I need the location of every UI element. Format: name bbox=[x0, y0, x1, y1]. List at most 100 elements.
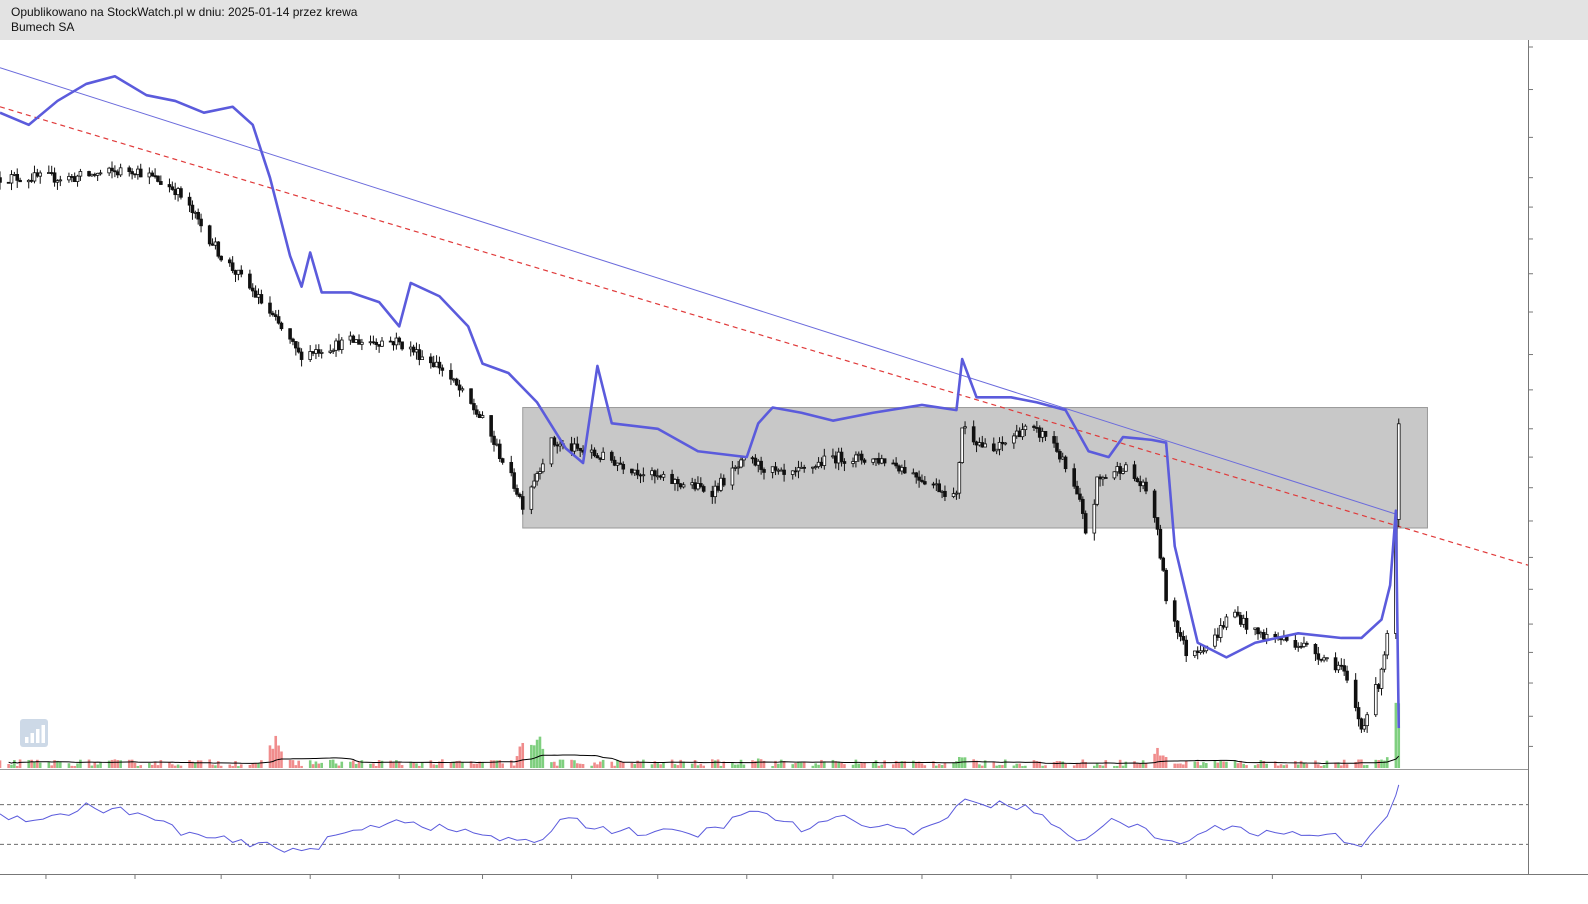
volume-bar bbox=[1144, 763, 1148, 768]
volume-bar bbox=[150, 764, 154, 768]
candle-body bbox=[454, 378, 459, 386]
candle-body bbox=[676, 479, 680, 485]
volume-bar bbox=[802, 762, 806, 768]
candle-body bbox=[931, 483, 936, 486]
candle-body bbox=[348, 335, 353, 341]
volume-bar bbox=[308, 760, 312, 768]
volume-bar bbox=[992, 761, 996, 768]
volume-bar bbox=[136, 765, 140, 768]
volume-bar bbox=[1141, 760, 1145, 768]
candle-body bbox=[1052, 436, 1056, 444]
volume-bar bbox=[555, 765, 559, 768]
volume-bar bbox=[670, 759, 674, 768]
volume-bar bbox=[392, 762, 395, 768]
candle-body bbox=[331, 349, 335, 352]
volume-bar bbox=[257, 763, 260, 768]
candle-body bbox=[997, 441, 1002, 450]
volume-bar bbox=[1118, 759, 1122, 768]
volume-bar bbox=[980, 765, 984, 768]
volume-bar bbox=[435, 764, 438, 768]
volume-bar bbox=[1242, 763, 1245, 768]
volume-bar bbox=[153, 762, 157, 768]
candle-body bbox=[960, 427, 964, 463]
volume-bar bbox=[116, 760, 120, 768]
volume-bar bbox=[791, 764, 795, 768]
candle-body bbox=[291, 338, 295, 342]
candle-body bbox=[877, 458, 881, 464]
candle-body bbox=[199, 218, 203, 227]
candle-body bbox=[779, 469, 784, 472]
candle-body bbox=[538, 471, 542, 474]
volume-bar bbox=[194, 762, 197, 768]
volume-bar bbox=[93, 761, 97, 768]
candle-body bbox=[951, 493, 956, 497]
volume-bar bbox=[1121, 765, 1125, 768]
candle-body bbox=[518, 493, 522, 497]
candle-body bbox=[911, 472, 916, 475]
volume-bar bbox=[733, 764, 737, 768]
volume-bar bbox=[214, 765, 217, 768]
volume-bar bbox=[260, 760, 263, 768]
volume-bar bbox=[1098, 764, 1102, 768]
candle-body bbox=[1124, 464, 1128, 472]
volume-bar bbox=[1305, 763, 1309, 768]
candle-body bbox=[934, 483, 939, 486]
candle-body bbox=[1359, 718, 1364, 730]
candle-body bbox=[730, 467, 735, 486]
volume-bar bbox=[679, 759, 683, 768]
volume-bar bbox=[159, 760, 163, 768]
candle-body bbox=[739, 459, 743, 468]
candle-body bbox=[762, 469, 766, 473]
volume-bar bbox=[659, 764, 662, 768]
candle-body bbox=[1373, 684, 1378, 716]
candle-body bbox=[940, 490, 944, 493]
volume-bar bbox=[963, 757, 967, 768]
candle-body bbox=[879, 458, 884, 464]
volume-bar bbox=[1095, 763, 1099, 768]
candle-body bbox=[750, 457, 755, 460]
candle-body bbox=[854, 454, 858, 462]
volume-bar bbox=[1015, 763, 1019, 768]
candle-body bbox=[1098, 476, 1102, 480]
volume-bar bbox=[731, 762, 734, 768]
candle-body bbox=[618, 462, 623, 465]
volume-bar bbox=[1018, 763, 1021, 768]
candle-body bbox=[219, 255, 223, 261]
volume-bar bbox=[601, 759, 605, 768]
volume-bar bbox=[139, 765, 143, 768]
volume-bar bbox=[699, 763, 703, 768]
candle-body bbox=[822, 455, 827, 466]
volume-bar bbox=[1184, 760, 1188, 768]
candle-body bbox=[397, 337, 402, 343]
candle-body bbox=[1273, 634, 1278, 638]
candle-body bbox=[632, 469, 637, 474]
candle-body bbox=[862, 459, 867, 463]
candle-body bbox=[317, 349, 321, 354]
volume-bar bbox=[1001, 765, 1004, 768]
candle-body bbox=[1095, 476, 1099, 505]
volume-bar bbox=[234, 761, 237, 768]
candle-body bbox=[337, 340, 341, 351]
volume-bar bbox=[1362, 765, 1366, 768]
candle-body bbox=[170, 186, 175, 190]
volume-bar bbox=[581, 764, 585, 768]
candle-body bbox=[1063, 456, 1068, 470]
volume-bar bbox=[374, 765, 378, 768]
candle-body bbox=[1313, 643, 1318, 655]
volume-bar bbox=[1314, 760, 1317, 768]
candle-body bbox=[635, 469, 640, 476]
candle-body bbox=[92, 173, 97, 176]
volume-bar bbox=[820, 759, 823, 768]
candle-body bbox=[839, 451, 844, 462]
volume-bar bbox=[76, 763, 79, 768]
volume-bar bbox=[420, 762, 424, 768]
volume-bar bbox=[96, 764, 99, 768]
candle-body bbox=[1078, 493, 1082, 500]
volume-bar bbox=[598, 761, 602, 768]
volume-bar bbox=[840, 762, 843, 768]
volume-bar bbox=[817, 764, 820, 768]
candle-body bbox=[115, 171, 120, 176]
volume-bar bbox=[1222, 761, 1225, 768]
volume-bar bbox=[127, 759, 131, 768]
volume-bar bbox=[1021, 766, 1024, 768]
